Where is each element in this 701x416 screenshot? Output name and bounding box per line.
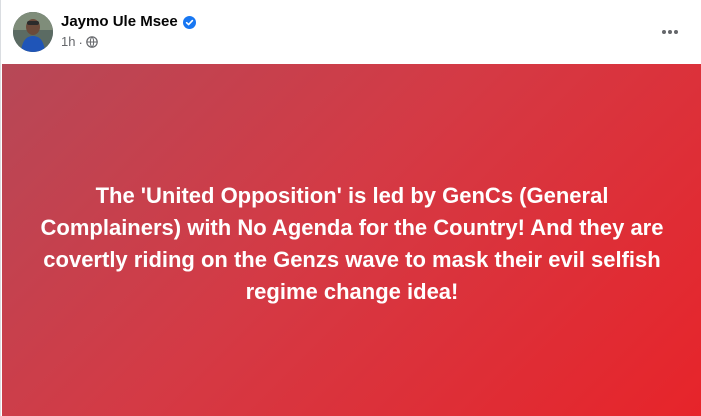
author-name[interactable]: Jaymo Ule Msee: [61, 12, 178, 32]
post-meta: 1h ·: [61, 34, 98, 50]
globe-icon[interactable]: [86, 36, 98, 48]
author-line: Jaymo Ule Msee: [61, 12, 196, 32]
more-horizontal-icon: [662, 30, 678, 34]
more-options-button[interactable]: [656, 18, 684, 46]
avatar-photo: [13, 12, 53, 52]
meta-separator: ·: [78, 34, 83, 50]
author-avatar[interactable]: [13, 12, 53, 52]
facebook-post: Jaymo Ule Msee 1h · The 'United Oppositi…: [0, 0, 701, 416]
post-text-background: The 'United Opposition' is led by GenCs …: [2, 64, 701, 416]
verified-badge-icon: [182, 15, 196, 29]
post-body-text: The 'United Opposition' is led by GenCs …: [40, 183, 664, 304]
post-header: Jaymo Ule Msee 1h ·: [1, 0, 701, 64]
post-timestamp[interactable]: 1h: [61, 34, 75, 50]
